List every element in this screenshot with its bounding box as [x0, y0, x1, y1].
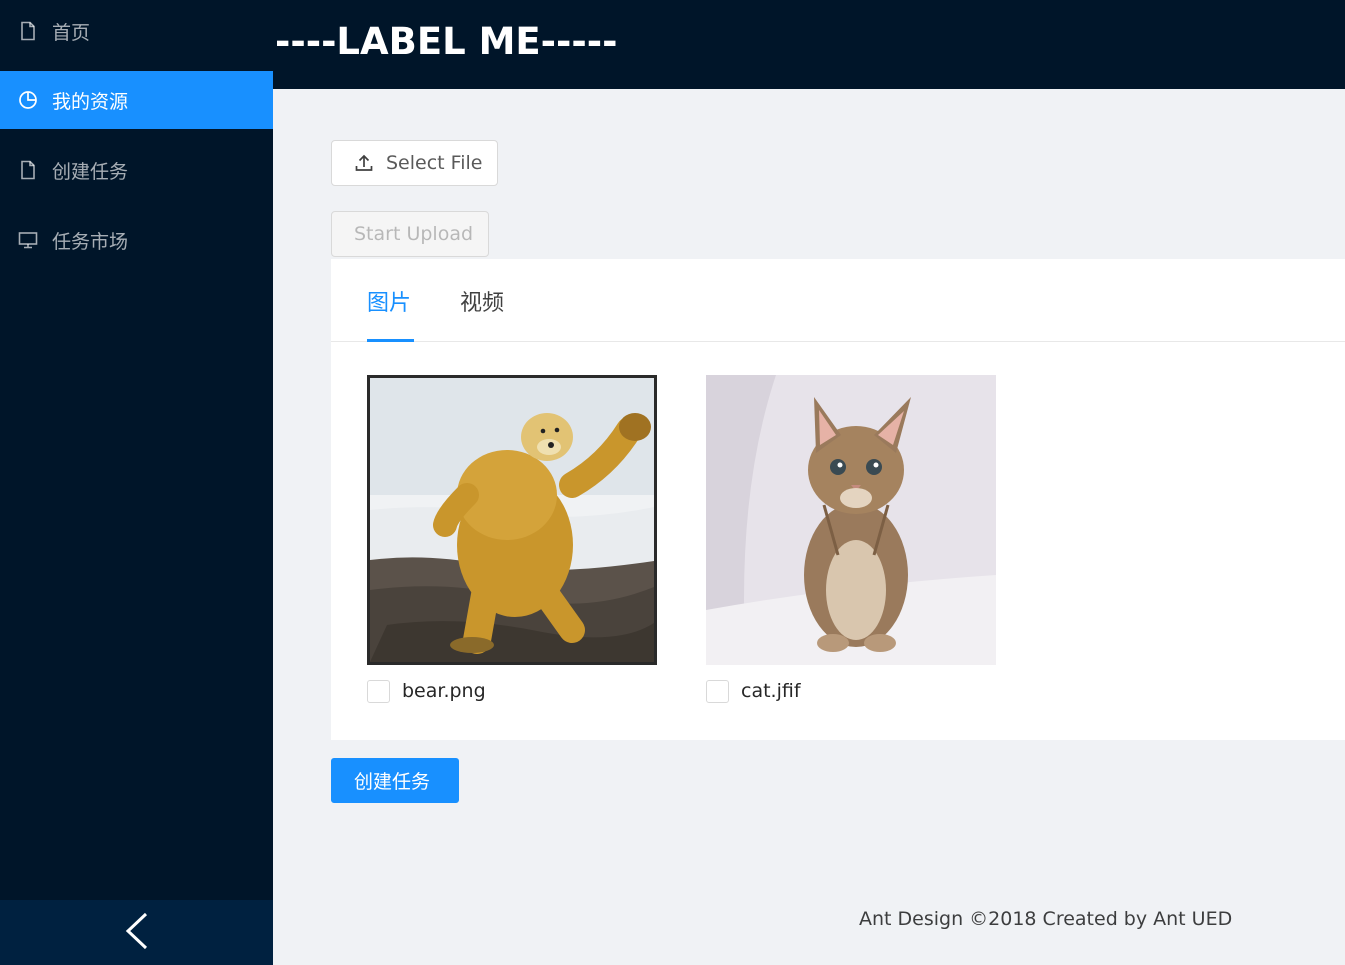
chevron-left-icon: [124, 912, 150, 954]
sidebar-item-label: 首页: [52, 21, 91, 44]
tab-images[interactable]: 图片: [367, 285, 411, 317]
header: ----LABEL ME-----: [273, 0, 1345, 89]
sidebar-item-create-task[interactable]: 创建任务: [0, 141, 273, 199]
pie-chart-icon: [18, 90, 38, 110]
page-title: ----LABEL ME-----: [275, 20, 618, 63]
start-upload-button[interactable]: Start Upload: [331, 211, 489, 257]
file-name: bear.png: [402, 680, 486, 702]
file-name: cat.jfif: [741, 680, 801, 702]
sidebar-item-home[interactable]: 首页: [0, 2, 273, 60]
select-file-label: Select File: [386, 152, 483, 174]
create-task-button[interactable]: 创建任务: [331, 758, 459, 803]
cat-checkbox[interactable]: [706, 679, 729, 703]
start-upload-label: Start Upload: [354, 223, 474, 245]
select-file-button[interactable]: Select File: [331, 140, 498, 186]
tab-videos[interactable]: 视频: [460, 285, 504, 317]
file-card: bear.png: [367, 375, 657, 703]
sidebar-item-my-resources[interactable]: 我的资源: [0, 71, 273, 129]
sidebar-collapse-button[interactable]: [0, 900, 273, 965]
footer-text: Ant Design ©2018 Created by Ant UED: [859, 908, 1233, 930]
sidebar: 首页 我的资源 创建任务 任务市场: [0, 0, 273, 965]
file-card: cat.jfif: [706, 375, 996, 703]
resource-panel: 图片 视频 bear.png cat.jfif: [331, 259, 1345, 740]
sidebar-item-label: 任务市场: [52, 230, 129, 253]
bear-thumbnail[interactable]: [367, 375, 657, 665]
tabs-bar: 图片 视频: [331, 259, 1345, 342]
desktop-icon: [18, 230, 38, 250]
upload-icon: [354, 153, 374, 173]
tab-ink-bar: [367, 339, 414, 342]
sidebar-item-label: 创建任务: [52, 160, 129, 183]
bear-checkbox[interactable]: [367, 679, 390, 703]
sidebar-item-label: 我的资源: [52, 90, 129, 113]
cat-thumbnail[interactable]: [706, 375, 996, 665]
sidebar-item-task-market[interactable]: 任务市场: [0, 211, 273, 269]
main-content: Select File Start Upload 图片 视频 bear.png …: [273, 89, 1345, 965]
file-icon: [18, 160, 38, 180]
file-icon: [18, 21, 38, 41]
